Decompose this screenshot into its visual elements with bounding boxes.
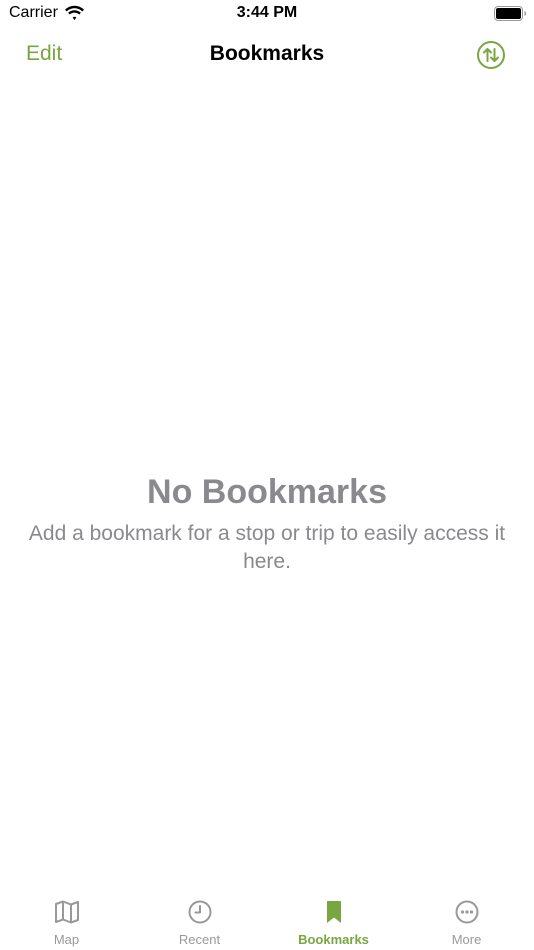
tab-label-more: More: [451, 932, 482, 947]
clock-icon: [188, 900, 211, 924]
battery-icon: [494, 6, 527, 21]
tab-label-map: Map: [53, 932, 80, 947]
bookmarks-screen: Carrier 3:44 PM Edit Bookmarks No Bookma…: [0, 0, 534, 950]
tab-bookmarks[interactable]: Bookmarks: [267, 886, 400, 950]
tab-bar: Map Recent Bookmarks More: [0, 886, 534, 950]
bookmark-icon: [326, 901, 341, 923]
tab-label-recent: Recent: [178, 932, 221, 947]
empty-state-title: No Bookmarks: [147, 473, 387, 511]
sort-button[interactable]: [476, 40, 506, 70]
tab-map[interactable]: Map: [0, 886, 133, 950]
ellipsis-circle-icon: [455, 900, 478, 924]
arrow-up-down-circle-icon: [477, 41, 505, 69]
map-icon: [54, 900, 79, 924]
empty-state-message: Add a bookmark for a stop or trip to eas…: [28, 522, 506, 573]
status-bar: Carrier 3:44 PM: [0, 0, 534, 28]
page-title: Bookmarks: [209, 42, 325, 65]
navigation-bar: Edit Bookmarks: [0, 28, 534, 82]
tab-recent[interactable]: Recent: [133, 886, 266, 950]
empty-state: No Bookmarks Add a bookmark for a stop o…: [0, 472, 534, 576]
tab-more[interactable]: More: [400, 886, 533, 950]
tab-label-bookmarks: Bookmarks: [298, 932, 369, 947]
status-time: 3:44 PM: [236, 4, 298, 21]
